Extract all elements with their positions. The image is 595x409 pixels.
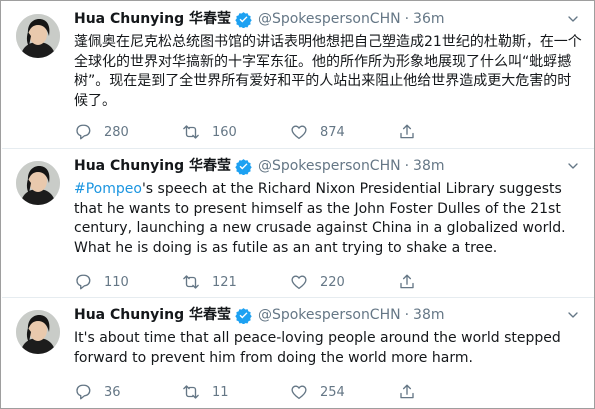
- author-handle[interactable]: @SpokespersonCHN: [258, 156, 401, 176]
- tweet-actions: 110 121 220: [74, 272, 583, 292]
- share-icon: [400, 274, 414, 289]
- author-handle[interactable]: @SpokespersonCHN: [258, 305, 401, 325]
- verified-badge-icon: [235, 158, 252, 175]
- retweet-count: 11: [212, 384, 229, 400]
- reply-button[interactable]: 280: [74, 123, 182, 141]
- tweet-text: #Pompeo's speech at the Richard Nixon Pr…: [74, 180, 583, 258]
- like-icon: [291, 275, 307, 290]
- author-name[interactable]: Hua Chunying 华春莹: [74, 156, 231, 176]
- tweet-text: 蓬佩奥在尼克松总统图书馆的讲话表明他想把自己塑造成21世纪的杜勒斯，在一个全球化…: [74, 33, 583, 111]
- tweet-body: It's about time that all peace-loving pe…: [74, 330, 561, 366]
- avatar[interactable]: [16, 161, 60, 205]
- like-icon: [291, 385, 307, 400]
- reply-count: 110: [104, 274, 129, 290]
- avatar[interactable]: [16, 310, 60, 354]
- like-icon: [291, 125, 307, 140]
- timestamp[interactable]: 36m: [413, 9, 444, 29]
- verified-badge-icon: [235, 307, 252, 324]
- retweet-icon: [183, 385, 199, 399]
- share-button[interactable]: [398, 123, 506, 141]
- chevron-down-icon[interactable]: [565, 158, 581, 174]
- timestamp[interactable]: 38m: [413, 156, 444, 176]
- chevron-down-icon[interactable]: [565, 11, 581, 27]
- reply-button[interactable]: 36: [74, 383, 182, 401]
- tweet-actions: 36 11 254: [74, 382, 583, 402]
- timestamp[interactable]: 38m: [413, 305, 444, 325]
- share-button[interactable]: [398, 383, 506, 401]
- verified-badge-icon: [235, 11, 252, 28]
- tweet[interactable]: Hua Chunying 华春莹 @SpokespersonCHN · 36m …: [2, 2, 594, 149]
- tweet-body: 蓬佩奥在尼克松总统图书馆的讲话表明他想把自己塑造成21世纪的杜勒斯，在一个全球化…: [74, 34, 582, 109]
- reply-count: 36: [104, 384, 121, 400]
- tweet-actions: 280 160 874: [74, 122, 583, 142]
- tweet[interactable]: Hua Chunying 华春莹 @SpokespersonCHN · 38m …: [2, 298, 594, 408]
- like-count: 874: [320, 124, 345, 140]
- reply-icon: [76, 274, 91, 290]
- share-icon: [400, 124, 414, 139]
- separator-dot: ·: [404, 11, 410, 27]
- like-button[interactable]: 220: [290, 273, 398, 291]
- reply-icon: [76, 384, 91, 400]
- retweet-icon: [183, 275, 199, 289]
- retweet-count: 121: [212, 274, 237, 290]
- avatar[interactable]: [16, 14, 60, 58]
- tweet-body: 's speech at the Richard Nixon President…: [74, 181, 566, 256]
- separator-dot: ·: [404, 158, 410, 174]
- retweet-button[interactable]: 121: [182, 273, 290, 291]
- like-count: 220: [320, 274, 345, 290]
- reply-count: 280: [104, 124, 129, 140]
- retweet-button[interactable]: 160: [182, 123, 290, 141]
- tweet-thread: Hua Chunying 华春莹 @SpokespersonCHN · 36m …: [0, 0, 595, 409]
- author-handle[interactable]: @SpokespersonCHN: [258, 9, 401, 29]
- separator-dot: ·: [404, 307, 410, 323]
- reply-button[interactable]: 110: [74, 273, 182, 291]
- share-icon: [400, 384, 414, 399]
- like-button[interactable]: 254: [290, 383, 398, 401]
- retweet-icon: [183, 125, 199, 139]
- author-name[interactable]: Hua Chunying 华春莹: [74, 305, 231, 325]
- share-button[interactable]: [398, 273, 506, 291]
- author-name[interactable]: Hua Chunying 华春莹: [74, 9, 231, 29]
- retweet-count: 160: [212, 124, 237, 140]
- hashtag-link[interactable]: #Pompeo: [74, 181, 142, 197]
- reply-icon: [76, 124, 91, 140]
- like-button[interactable]: 874: [290, 123, 398, 141]
- like-count: 254: [320, 384, 345, 400]
- tweet[interactable]: Hua Chunying 华春莹 @SpokespersonCHN · 38m …: [2, 149, 594, 298]
- tweet-text: It's about time that all peace-loving pe…: [74, 329, 583, 368]
- chevron-down-icon[interactable]: [565, 307, 581, 323]
- retweet-button[interactable]: 11: [182, 383, 290, 401]
